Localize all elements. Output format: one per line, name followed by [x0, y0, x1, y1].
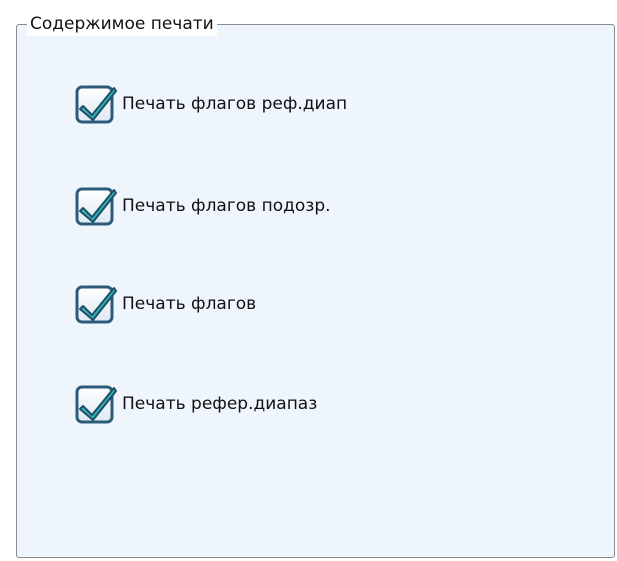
checkbox-row-flags[interactable]: Печать флагов [74, 282, 256, 326]
checkbox-checked-icon[interactable] [74, 282, 118, 326]
checkbox-label: Печать флагов реф.диап [122, 94, 348, 114]
print-content-panel: Содержимое печати Печать флагов реф.диап… [0, 0, 617, 561]
checkbox-row-ref-range[interactable]: Печать рефер.диапаз [74, 382, 317, 426]
checkbox-label: Печать флагов подозр. [122, 196, 331, 216]
checkbox-label: Печать рефер.диапаз [122, 394, 318, 414]
checkbox-checked-icon[interactable] [74, 382, 118, 426]
checkbox-row-suspect-flags[interactable]: Печать флагов подозр. [74, 184, 331, 228]
checkbox-checked-icon[interactable] [74, 82, 118, 126]
checkbox-checked-icon[interactable] [74, 184, 118, 228]
groupbox-title: Содержимое печати [27, 12, 217, 36]
checkbox-row-ref-range-flags[interactable]: Печать флагов реф.диап [74, 82, 347, 126]
checkbox-label: Печать флагов [122, 294, 257, 314]
